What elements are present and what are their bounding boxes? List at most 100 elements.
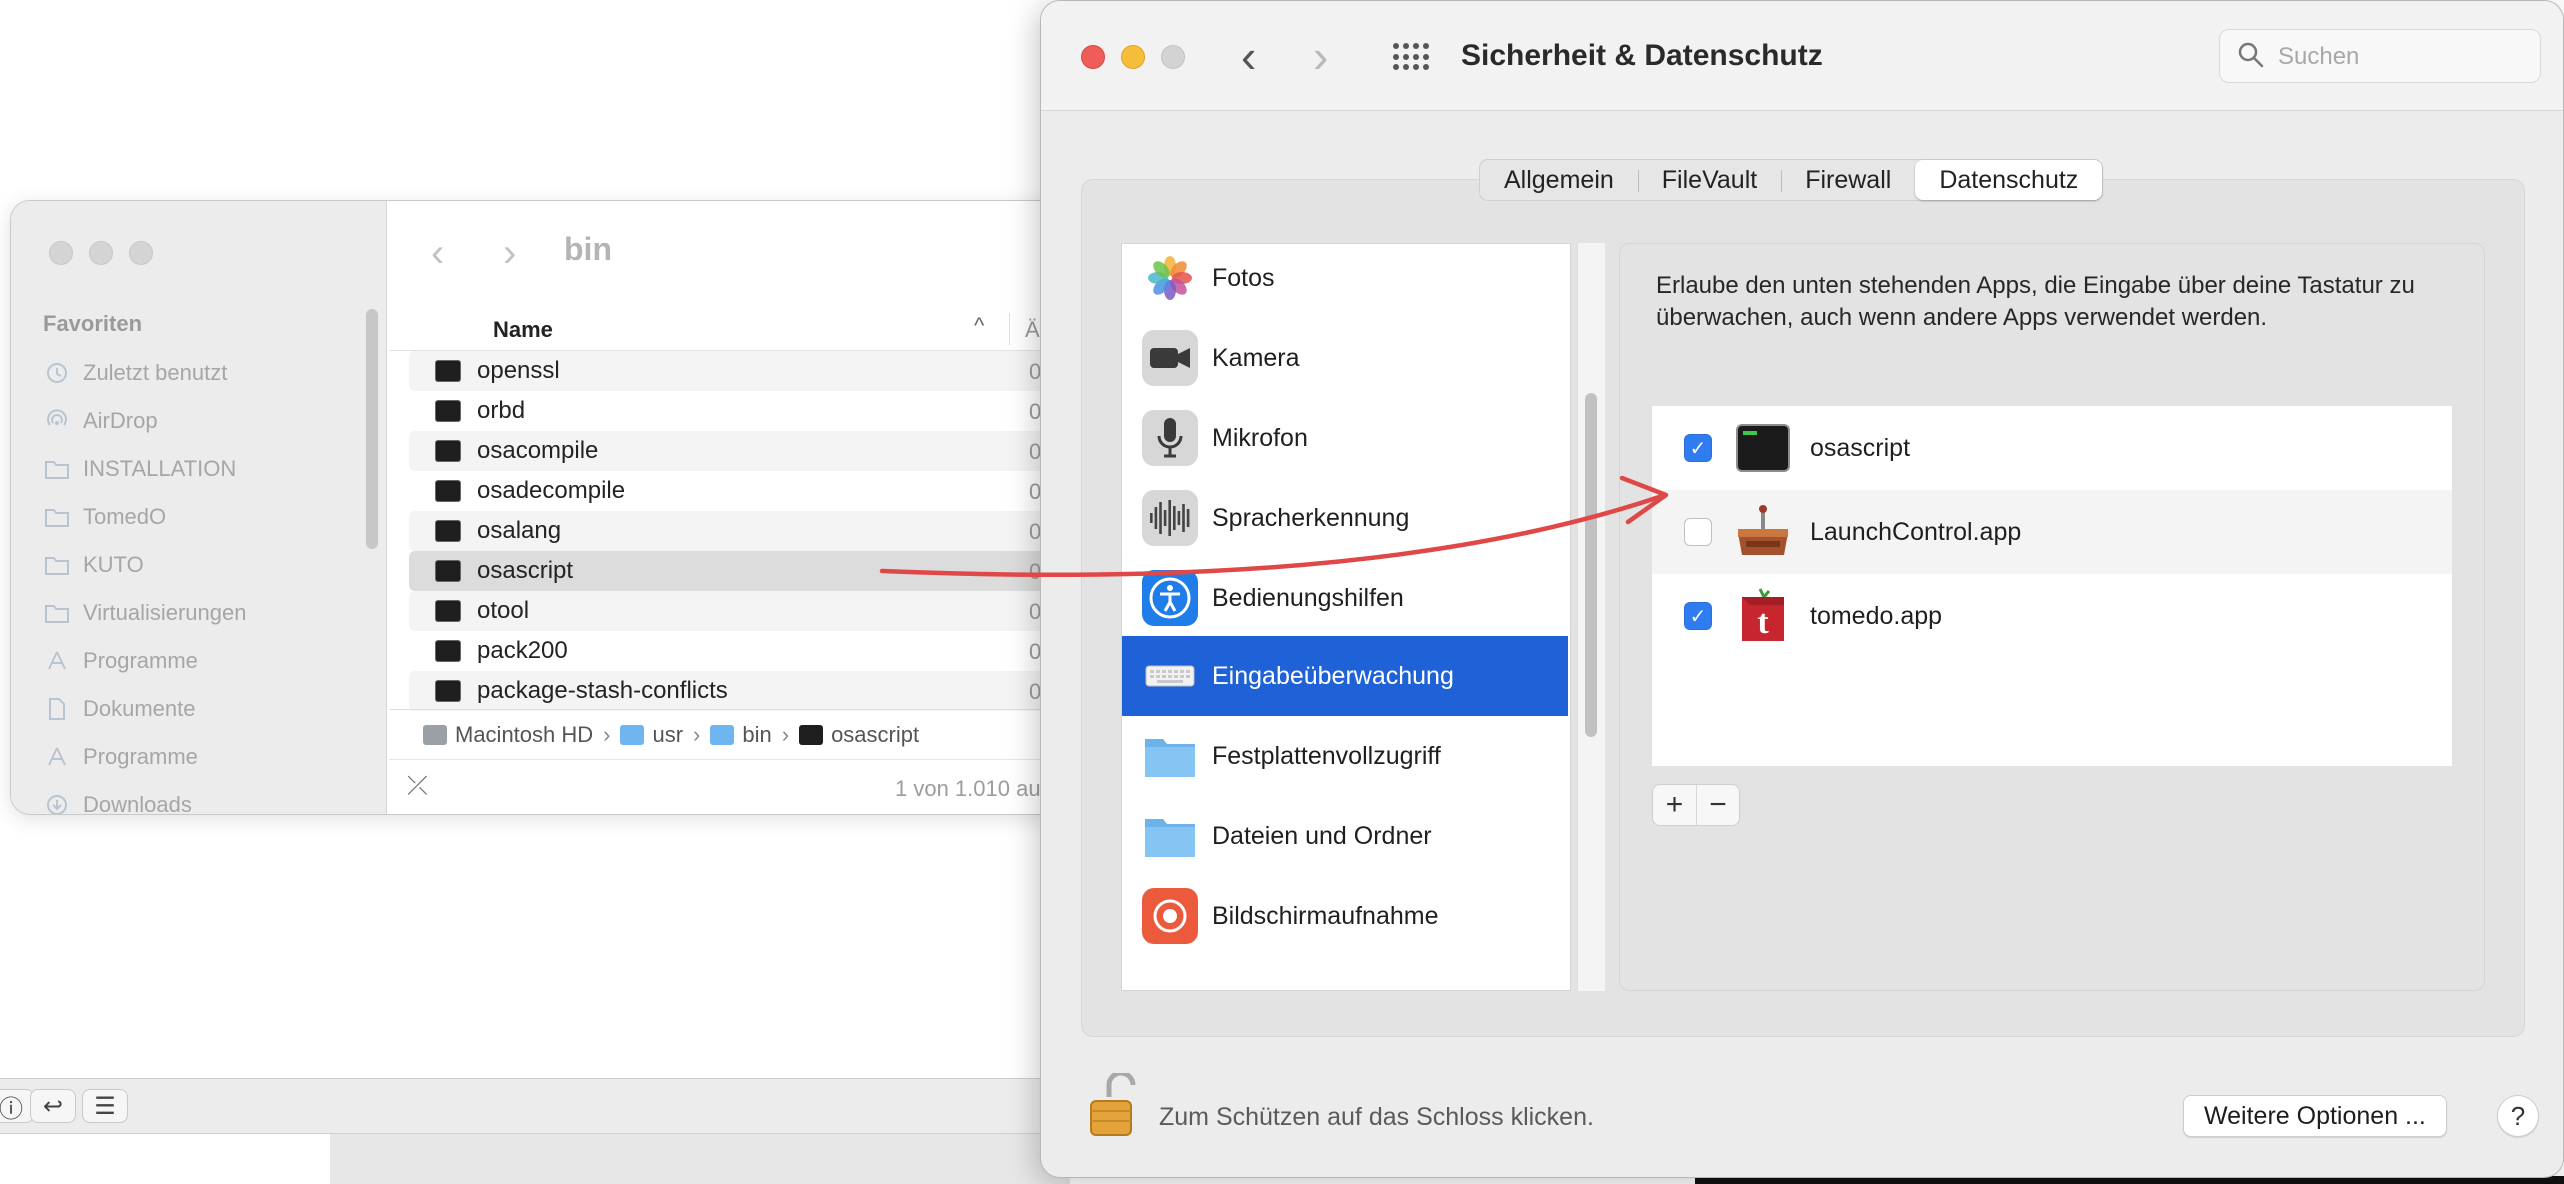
show-all-grid-icon[interactable] xyxy=(1393,43,1429,71)
sidebar-item[interactable]: KUTO xyxy=(43,541,246,589)
back-button[interactable]: ‹ xyxy=(431,231,444,276)
privacy-category-list: Fotos Kamera Mikrofon Spracherkennung Bedien… xyxy=(1121,243,1571,991)
forward-button[interactable]: › xyxy=(503,231,516,276)
download-icon xyxy=(43,791,71,814)
terminal-exec-icon xyxy=(1734,419,1792,477)
padlock-icon[interactable] xyxy=(1087,1073,1139,1139)
sidebar-heading: Favoriten xyxy=(43,311,143,336)
file-row[interactable]: openssl09 xyxy=(409,351,1069,391)
close-window-button[interactable] xyxy=(1081,45,1105,69)
sidebar-item[interactable]: TomedO xyxy=(43,493,246,541)
tomedo-icon: t xyxy=(1734,587,1792,645)
scrollbar-thumb[interactable] xyxy=(1585,393,1597,737)
path-segment[interactable]: usr xyxy=(652,722,683,748)
launchcontrol-icon xyxy=(1734,503,1792,561)
forward-button[interactable]: › xyxy=(1313,29,1328,83)
collapse-icon[interactable]: ⤫ xyxy=(407,770,428,802)
file-row[interactable]: orbd09 xyxy=(409,391,1069,431)
sort-ascending-icon[interactable]: ^ xyxy=(974,313,984,339)
remove-app-button[interactable]: − xyxy=(1695,785,1739,825)
sidebar-item[interactable]: INSTALLATION xyxy=(43,445,246,493)
category-label: Kamera xyxy=(1212,343,1300,372)
tab-filevault[interactable]: FileVault xyxy=(1637,160,1781,200)
list-icon[interactable]: ☰ xyxy=(82,1089,128,1123)
zoom-window-button[interactable] xyxy=(129,241,153,265)
search-input[interactable] xyxy=(2278,40,2528,74)
allowed-apps-list: ✓ osascript LaunchControl.app ✓ t tomedo.app xyxy=(1652,406,2452,766)
sidebar-item[interactable]: Dokumente xyxy=(43,685,246,733)
category-item[interactable]: Bedienungshilfen xyxy=(1122,558,1568,638)
executable-file-icon xyxy=(435,440,461,462)
path-segment[interactable]: bin xyxy=(742,722,771,748)
file-row[interactable]: osadecompile09 xyxy=(409,471,1069,511)
finder-sidebar: Favoriten Zuletzt benutzt AirDrop INSTALLA… xyxy=(11,201,387,814)
sidebar-item-label: AirDrop xyxy=(83,408,158,433)
document-icon xyxy=(43,695,71,723)
close-window-button[interactable] xyxy=(49,241,73,265)
return-icon[interactable]: ↩ xyxy=(30,1089,76,1123)
file-row[interactable]: package-stash-conflicts09 xyxy=(409,671,1069,711)
file-row[interactable]: osalang09 xyxy=(409,511,1069,551)
category-item[interactable]: Eingabeüberwachung xyxy=(1122,636,1568,716)
executable-file-icon xyxy=(435,400,461,422)
column-divider[interactable] xyxy=(1009,313,1010,345)
file-name: osadecompile xyxy=(477,477,626,504)
add-remove-control: + − xyxy=(1652,784,1740,826)
path-segment[interactable]: osascript xyxy=(831,722,919,748)
category-item[interactable]: Mikrofon xyxy=(1122,398,1568,478)
app-permission-checkbox[interactable] xyxy=(1684,518,1712,546)
category-scrollbar[interactable] xyxy=(1577,243,1605,991)
folder-icon xyxy=(1142,808,1198,864)
sidebar-scrollbar[interactable] xyxy=(366,309,378,549)
sidebar-item[interactable]: AirDrop xyxy=(43,397,246,445)
sidebar-item-label: Programme xyxy=(83,648,198,673)
category-item[interactable]: Festplattenvollzugriff xyxy=(1122,716,1568,796)
sidebar-favorites-list: Zuletzt benutzt AirDrop INSTALLATION TomedO… xyxy=(43,349,246,815)
app-row[interactable]: ✓ osascript xyxy=(1652,406,2452,490)
sidebar-item-label: Downloads xyxy=(83,792,192,815)
category-item[interactable]: Dateien und Ordner xyxy=(1122,796,1568,876)
executable-file-icon xyxy=(435,680,461,702)
microphone-icon xyxy=(1142,410,1198,466)
add-app-button[interactable]: + xyxy=(1653,785,1696,825)
folder-icon xyxy=(43,503,71,531)
file-row[interactable]: osascript09 xyxy=(409,551,1069,591)
sidebar-item[interactable]: Virtualisierungen xyxy=(43,589,246,637)
file-row[interactable]: osacompile09 xyxy=(409,431,1069,471)
more-options-button[interactable]: Weitere Optionen ... xyxy=(2183,1095,2447,1137)
back-button[interactable]: ‹ xyxy=(1241,29,1256,83)
info-icon[interactable]: ⓘ xyxy=(0,1089,34,1123)
app-permission-checkbox[interactable]: ✓ xyxy=(1684,434,1712,462)
file-list: openssl09orbd09osacompile09osadecompile0… xyxy=(409,351,1069,711)
privacy-detail-panel: Erlaube den unten stehenden Apps, die Ei… xyxy=(1619,243,2485,991)
column-header-name[interactable]: Name xyxy=(493,317,553,343)
zoom-window-button[interactable] xyxy=(1161,45,1185,69)
permission-description: Erlaube den unten stehenden Apps, die Ei… xyxy=(1656,272,2415,331)
sidebar-item-label: Zuletzt benutzt xyxy=(83,360,228,385)
category-label: Eingabeüberwachung xyxy=(1212,661,1454,690)
file-name: orbd xyxy=(477,397,526,424)
category-item[interactable]: Fotos xyxy=(1122,244,1568,318)
tab-datenschutz[interactable]: Datenschutz xyxy=(1915,160,2103,200)
help-button[interactable]: ? xyxy=(2497,1095,2539,1137)
minimize-window-button[interactable] xyxy=(1121,45,1145,69)
tab-allgemein[interactable]: Allgemein xyxy=(1480,160,1638,200)
sidebar-item[interactable]: Programme xyxy=(43,637,246,685)
app-row[interactable]: ✓ t tomedo.app xyxy=(1652,574,2452,658)
category-item[interactable]: Kamera xyxy=(1122,318,1568,398)
app-row[interactable]: LaunchControl.app xyxy=(1652,490,2452,574)
folder-icon xyxy=(43,551,71,579)
tab-firewall[interactable]: Firewall xyxy=(1781,160,1915,200)
airdrop-icon xyxy=(43,407,71,435)
file-row[interactable]: pack20009 xyxy=(409,631,1069,671)
sidebar-item[interactable]: Downloads xyxy=(43,781,246,815)
app-permission-checkbox[interactable]: ✓ xyxy=(1684,602,1712,630)
category-item[interactable]: Bildschirmaufnahme xyxy=(1122,876,1568,956)
sidebar-item[interactable]: Zuletzt benutzt xyxy=(43,349,246,397)
minimize-window-button[interactable] xyxy=(89,241,113,265)
file-row[interactable]: otool09 xyxy=(409,591,1069,631)
sidebar-item[interactable]: Programme xyxy=(43,733,246,781)
search-field[interactable] xyxy=(2219,29,2541,83)
category-item[interactable]: Spracherkennung xyxy=(1122,478,1568,558)
path-segment[interactable]: Macintosh HD xyxy=(455,722,593,748)
